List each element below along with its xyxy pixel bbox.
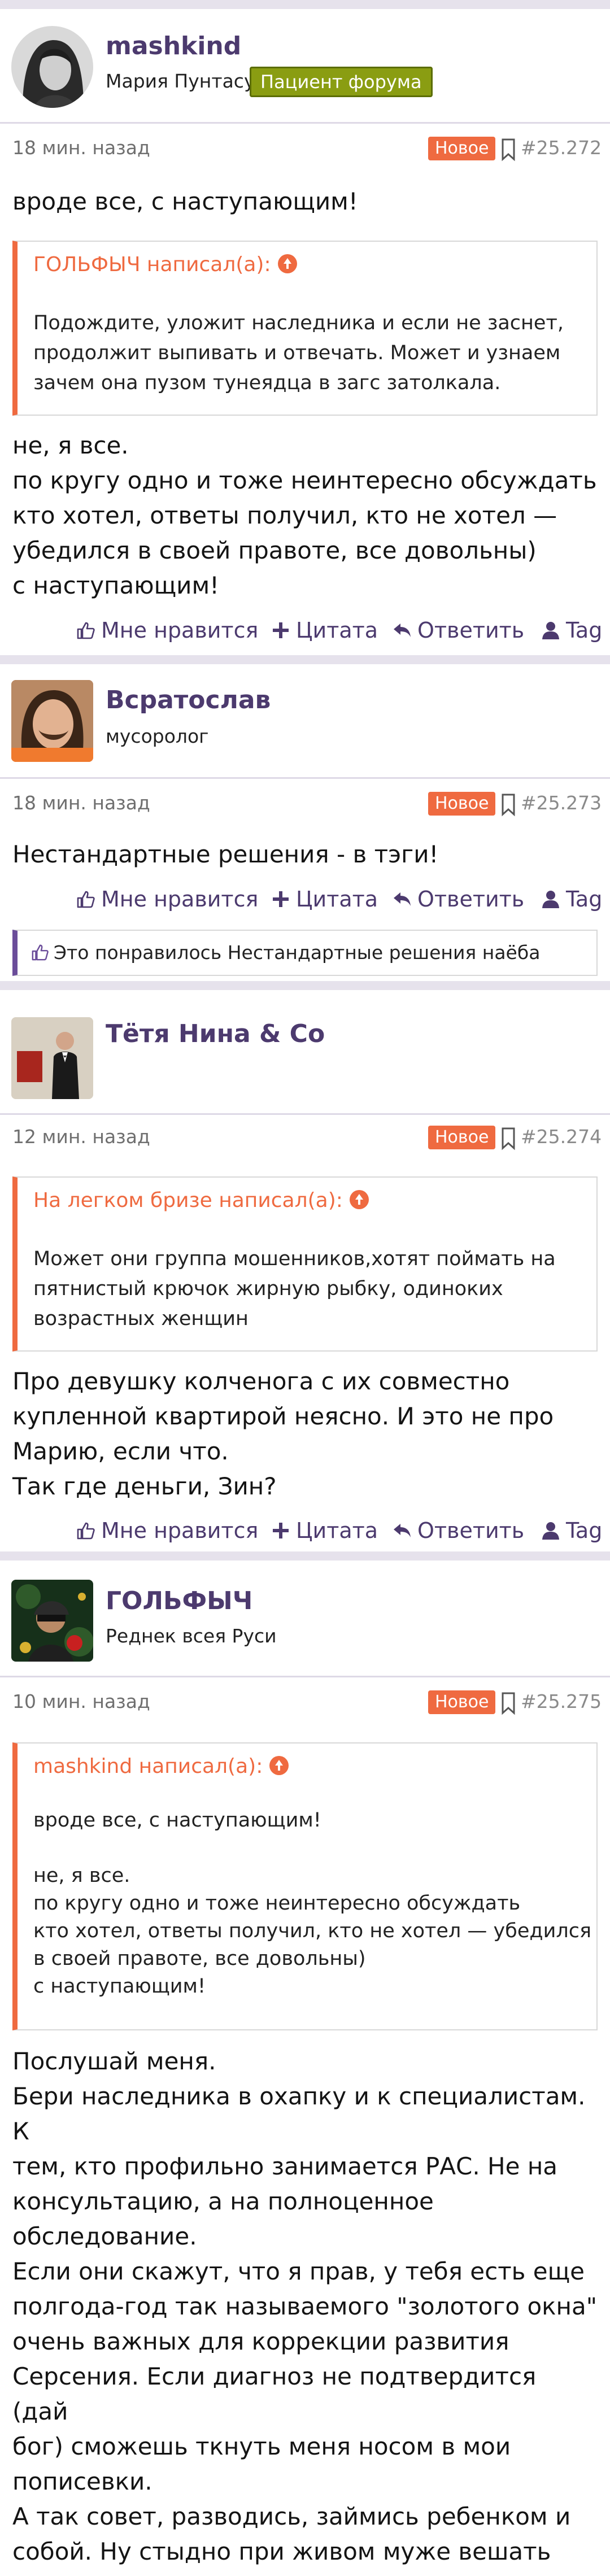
username[interactable]: mashkind — [106, 32, 241, 60]
tag-button[interactable]: Tag — [541, 887, 602, 912]
user-icon — [542, 891, 559, 908]
likes-summary[interactable]: Это понравилось Нестандартные решения на… — [12, 930, 598, 976]
post-number[interactable]: #25.272 — [521, 137, 602, 159]
reply-icon — [394, 892, 411, 906]
new-badge: Новое — [428, 137, 496, 160]
new-badge: Новое — [428, 1690, 496, 1714]
user-title: мусоролог — [106, 725, 209, 747]
quote-author[interactable]: mashkind написал(а): — [33, 1755, 289, 1778]
quote-block: ГОЛЬФЫЧ написал(а): Подождите, уложит на… — [12, 241, 598, 416]
avatar[interactable] — [11, 1017, 93, 1099]
like-button[interactable]: Мне нравится — [76, 618, 258, 643]
post-25275: ГОЛЬФЫЧ Реднек всея Руси 10 мин. назад Н… — [0, 1551, 610, 2576]
quote-text: вроде все, с наступающим! не, я все. по … — [33, 1809, 591, 1998]
avatar[interactable] — [11, 680, 93, 762]
bookmark-icon[interactable] — [500, 138, 517, 162]
post-text: вроде все, с наступающим! — [12, 188, 358, 215]
post-actions: Мне нравится Цитата Ответить Tag — [0, 618, 610, 646]
new-badge: Новое — [428, 1126, 496, 1149]
bookmark-icon[interactable] — [500, 1127, 517, 1150]
avatar[interactable] — [11, 1580, 93, 1662]
quote-block: На легком бризе написал(а): Может они гр… — [12, 1176, 598, 1352]
user-icon — [542, 622, 559, 639]
post-time[interactable]: 12 мин. назад — [12, 1126, 150, 1148]
tag-button[interactable]: Tag — [541, 618, 602, 643]
user-icon — [542, 1522, 559, 1540]
header-divider — [0, 1676, 610, 1677]
plus-icon — [273, 622, 289, 638]
user-badge: Пациент форума — [250, 67, 433, 97]
post-actions: Мне нравится Цитата Ответить Tag — [0, 1518, 610, 1546]
user-title: Мария Пунтасу — [106, 70, 255, 92]
go-to-quote-icon[interactable] — [349, 1190, 369, 1209]
thumbs-up-icon — [32, 944, 49, 961]
plus-icon — [273, 1523, 289, 1538]
post-25273: Всратослав мусоролог 18 мин. назад Новое… — [0, 655, 610, 984]
post-25274: Тётя Нина & Co 12 мин. назад Новое #25.2… — [0, 981, 610, 1555]
post-time[interactable]: 10 мин. назад — [12, 1690, 150, 1712]
post-time[interactable]: 18 мин. назад — [12, 792, 150, 814]
post-text: Послушай меня. Бери наследника в охапку … — [12, 2047, 598, 2576]
username[interactable]: ГОЛЬФЫЧ — [106, 1586, 252, 1615]
like-button[interactable]: Мне нравится — [76, 1518, 258, 1543]
quote-text: Может они группа мошенников,хотят поймат… — [33, 1248, 556, 1330]
post-text: не, я все. по кругу одно и тоже неинтере… — [12, 431, 597, 599]
header-divider — [0, 1113, 610, 1115]
thumbs-up-icon — [77, 1522, 95, 1540]
go-to-quote-icon[interactable] — [269, 1756, 289, 1775]
quote-block: mashkind написал(а): вроде все, с наступ… — [12, 1742, 598, 2030]
new-badge: Новое — [428, 792, 496, 816]
quote-button[interactable]: Цитата — [271, 618, 378, 643]
quote-author[interactable]: На легком бризе написал(а): — [33, 1189, 369, 1212]
post-text: Нестандартные решения - в тэги! — [12, 840, 439, 868]
header-divider — [0, 777, 610, 779]
plus-icon — [273, 891, 289, 907]
reply-icon — [394, 1524, 411, 1537]
quote-text: Подождите, уложит наследника и если не з… — [33, 312, 564, 394]
post-number[interactable]: #25.275 — [521, 1690, 602, 1712]
post-number[interactable]: #25.274 — [521, 1126, 602, 1148]
post-time[interactable]: 18 мин. назад — [12, 137, 150, 159]
like-button[interactable]: Мне нравится — [76, 887, 258, 912]
bookmark-icon[interactable] — [500, 1692, 517, 1715]
username[interactable]: Тётя Нина & Co — [106, 1019, 325, 1048]
post-text: Про девушку колченога с их совместно куп… — [12, 1367, 554, 1500]
reply-button[interactable]: Ответить — [393, 618, 524, 643]
post-25272: mashkind Мария Пунтасу Пациент форума 18… — [0, 0, 610, 659]
quote-author[interactable]: ГОЛЬФЫЧ написал(а): — [33, 253, 297, 276]
header-divider — [0, 122, 610, 124]
bookmark-icon[interactable] — [500, 793, 517, 817]
username[interactable]: Всратослав — [106, 686, 271, 714]
avatar[interactable] — [11, 26, 93, 108]
quote-button[interactable]: Цитата — [271, 887, 378, 912]
reply-button[interactable]: Ответить — [393, 887, 524, 912]
thumbs-up-icon — [77, 622, 95, 639]
go-to-quote-icon[interactable] — [277, 254, 297, 273]
user-title: Реднек всея Руси — [106, 1625, 277, 1647]
tag-button[interactable]: Tag — [541, 1518, 602, 1543]
reply-button[interactable]: Ответить — [393, 1518, 524, 1543]
likes-text: Это понравилось Нестандартные решения на… — [54, 942, 541, 964]
thumbs-up-icon — [77, 891, 95, 908]
quote-button[interactable]: Цитата — [271, 1518, 378, 1543]
post-actions: Мне нравится Цитата Ответить Tag — [0, 887, 610, 915]
post-number[interactable]: #25.273 — [521, 792, 602, 814]
reply-icon — [394, 624, 411, 637]
